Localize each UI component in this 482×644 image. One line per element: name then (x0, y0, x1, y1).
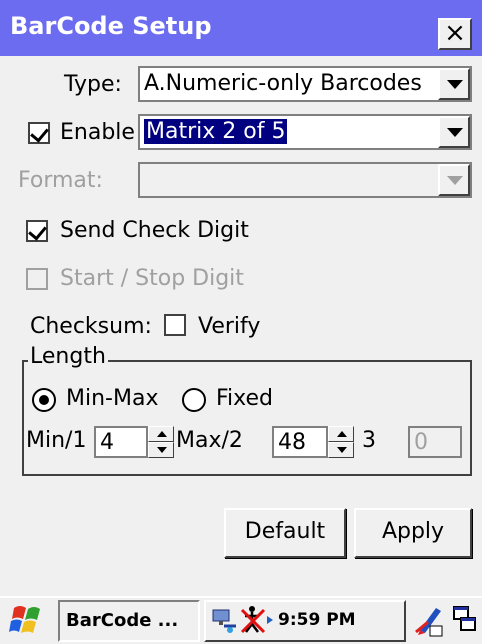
fixed-radio[interactable] (182, 388, 206, 412)
type-label: Type: (64, 72, 122, 97)
arrow-down-icon (337, 447, 347, 453)
min-label: Min/1 (26, 428, 87, 453)
minmax-radio[interactable] (32, 388, 56, 412)
window-title: BarCode Setup (10, 12, 212, 40)
verify-checkbox[interactable] (164, 314, 186, 336)
checksum-label: Checksum: (30, 314, 152, 339)
start-flag-icon[interactable] (8, 600, 50, 640)
send-check-digit-checkbox[interactable] (26, 220, 48, 242)
desktop-switch-icon[interactable] (452, 604, 478, 636)
active-task-label: BarCode ... (66, 610, 179, 631)
close-button[interactable]: × (438, 18, 472, 50)
third-label: 3 (362, 428, 376, 453)
max-spinner[interactable] (328, 426, 354, 458)
max-down-button[interactable] (328, 442, 354, 458)
format-label: Format: (18, 168, 103, 193)
checkmark-icon (28, 221, 47, 241)
verify-label: Verify (198, 314, 261, 339)
enable-checkbox[interactable] (28, 122, 50, 144)
min-spinner[interactable] (148, 426, 174, 458)
min-up-button[interactable] (148, 426, 174, 442)
close-icon: × (444, 18, 466, 48)
format-combo[interactable] (138, 162, 472, 198)
chevron-down-icon (447, 80, 463, 89)
type-combo[interactable]: A.Numeric-only Barcodes (138, 66, 472, 102)
radio-dot-icon (39, 395, 49, 405)
network-icon[interactable] (210, 606, 238, 636)
chevron-down-icon (447, 128, 463, 137)
format-dropdown-button[interactable] (438, 164, 470, 196)
length-group (22, 360, 472, 476)
min-down-button[interactable] (148, 442, 174, 458)
send-check-digit-label: Send Check Digit (60, 218, 249, 243)
min-input[interactable]: 4 (94, 426, 148, 458)
fixed-label: Fixed (216, 386, 274, 411)
max-up-button[interactable] (328, 426, 354, 442)
symbology-dropdown-button[interactable] (438, 116, 470, 148)
minmax-label: Min-Max (66, 386, 159, 411)
chevron-down-icon (447, 176, 463, 185)
length-legend: Length (28, 344, 108, 369)
start-stop-digit-checkbox[interactable] (26, 268, 48, 290)
symbology-combo[interactable]: Matrix 2 of 5 (138, 114, 472, 150)
checkmark-icon (30, 123, 49, 143)
type-dropdown-button[interactable] (438, 68, 470, 100)
sync-icon[interactable] (240, 604, 274, 636)
max-label: Max/2 (176, 428, 243, 453)
third-input[interactable]: 0 (408, 426, 462, 458)
input-panel-icon[interactable] (412, 602, 446, 638)
clock[interactable]: 9:59 PM (278, 610, 356, 630)
apply-button[interactable]: Apply (354, 508, 472, 558)
arrow-down-icon (157, 447, 167, 453)
active-task-button[interactable]: BarCode ... (58, 600, 200, 642)
default-button[interactable]: Default (224, 508, 346, 558)
start-stop-digit-label: Start / Stop Digit (60, 266, 244, 291)
max-input[interactable]: 48 (272, 426, 328, 458)
arrow-up-icon (157, 431, 167, 437)
arrow-up-icon (337, 431, 347, 437)
enable-label: Enable (60, 120, 135, 145)
symbology-value: Matrix 2 of 5 (144, 119, 288, 144)
type-value: A.Numeric-only Barcodes (144, 71, 422, 96)
